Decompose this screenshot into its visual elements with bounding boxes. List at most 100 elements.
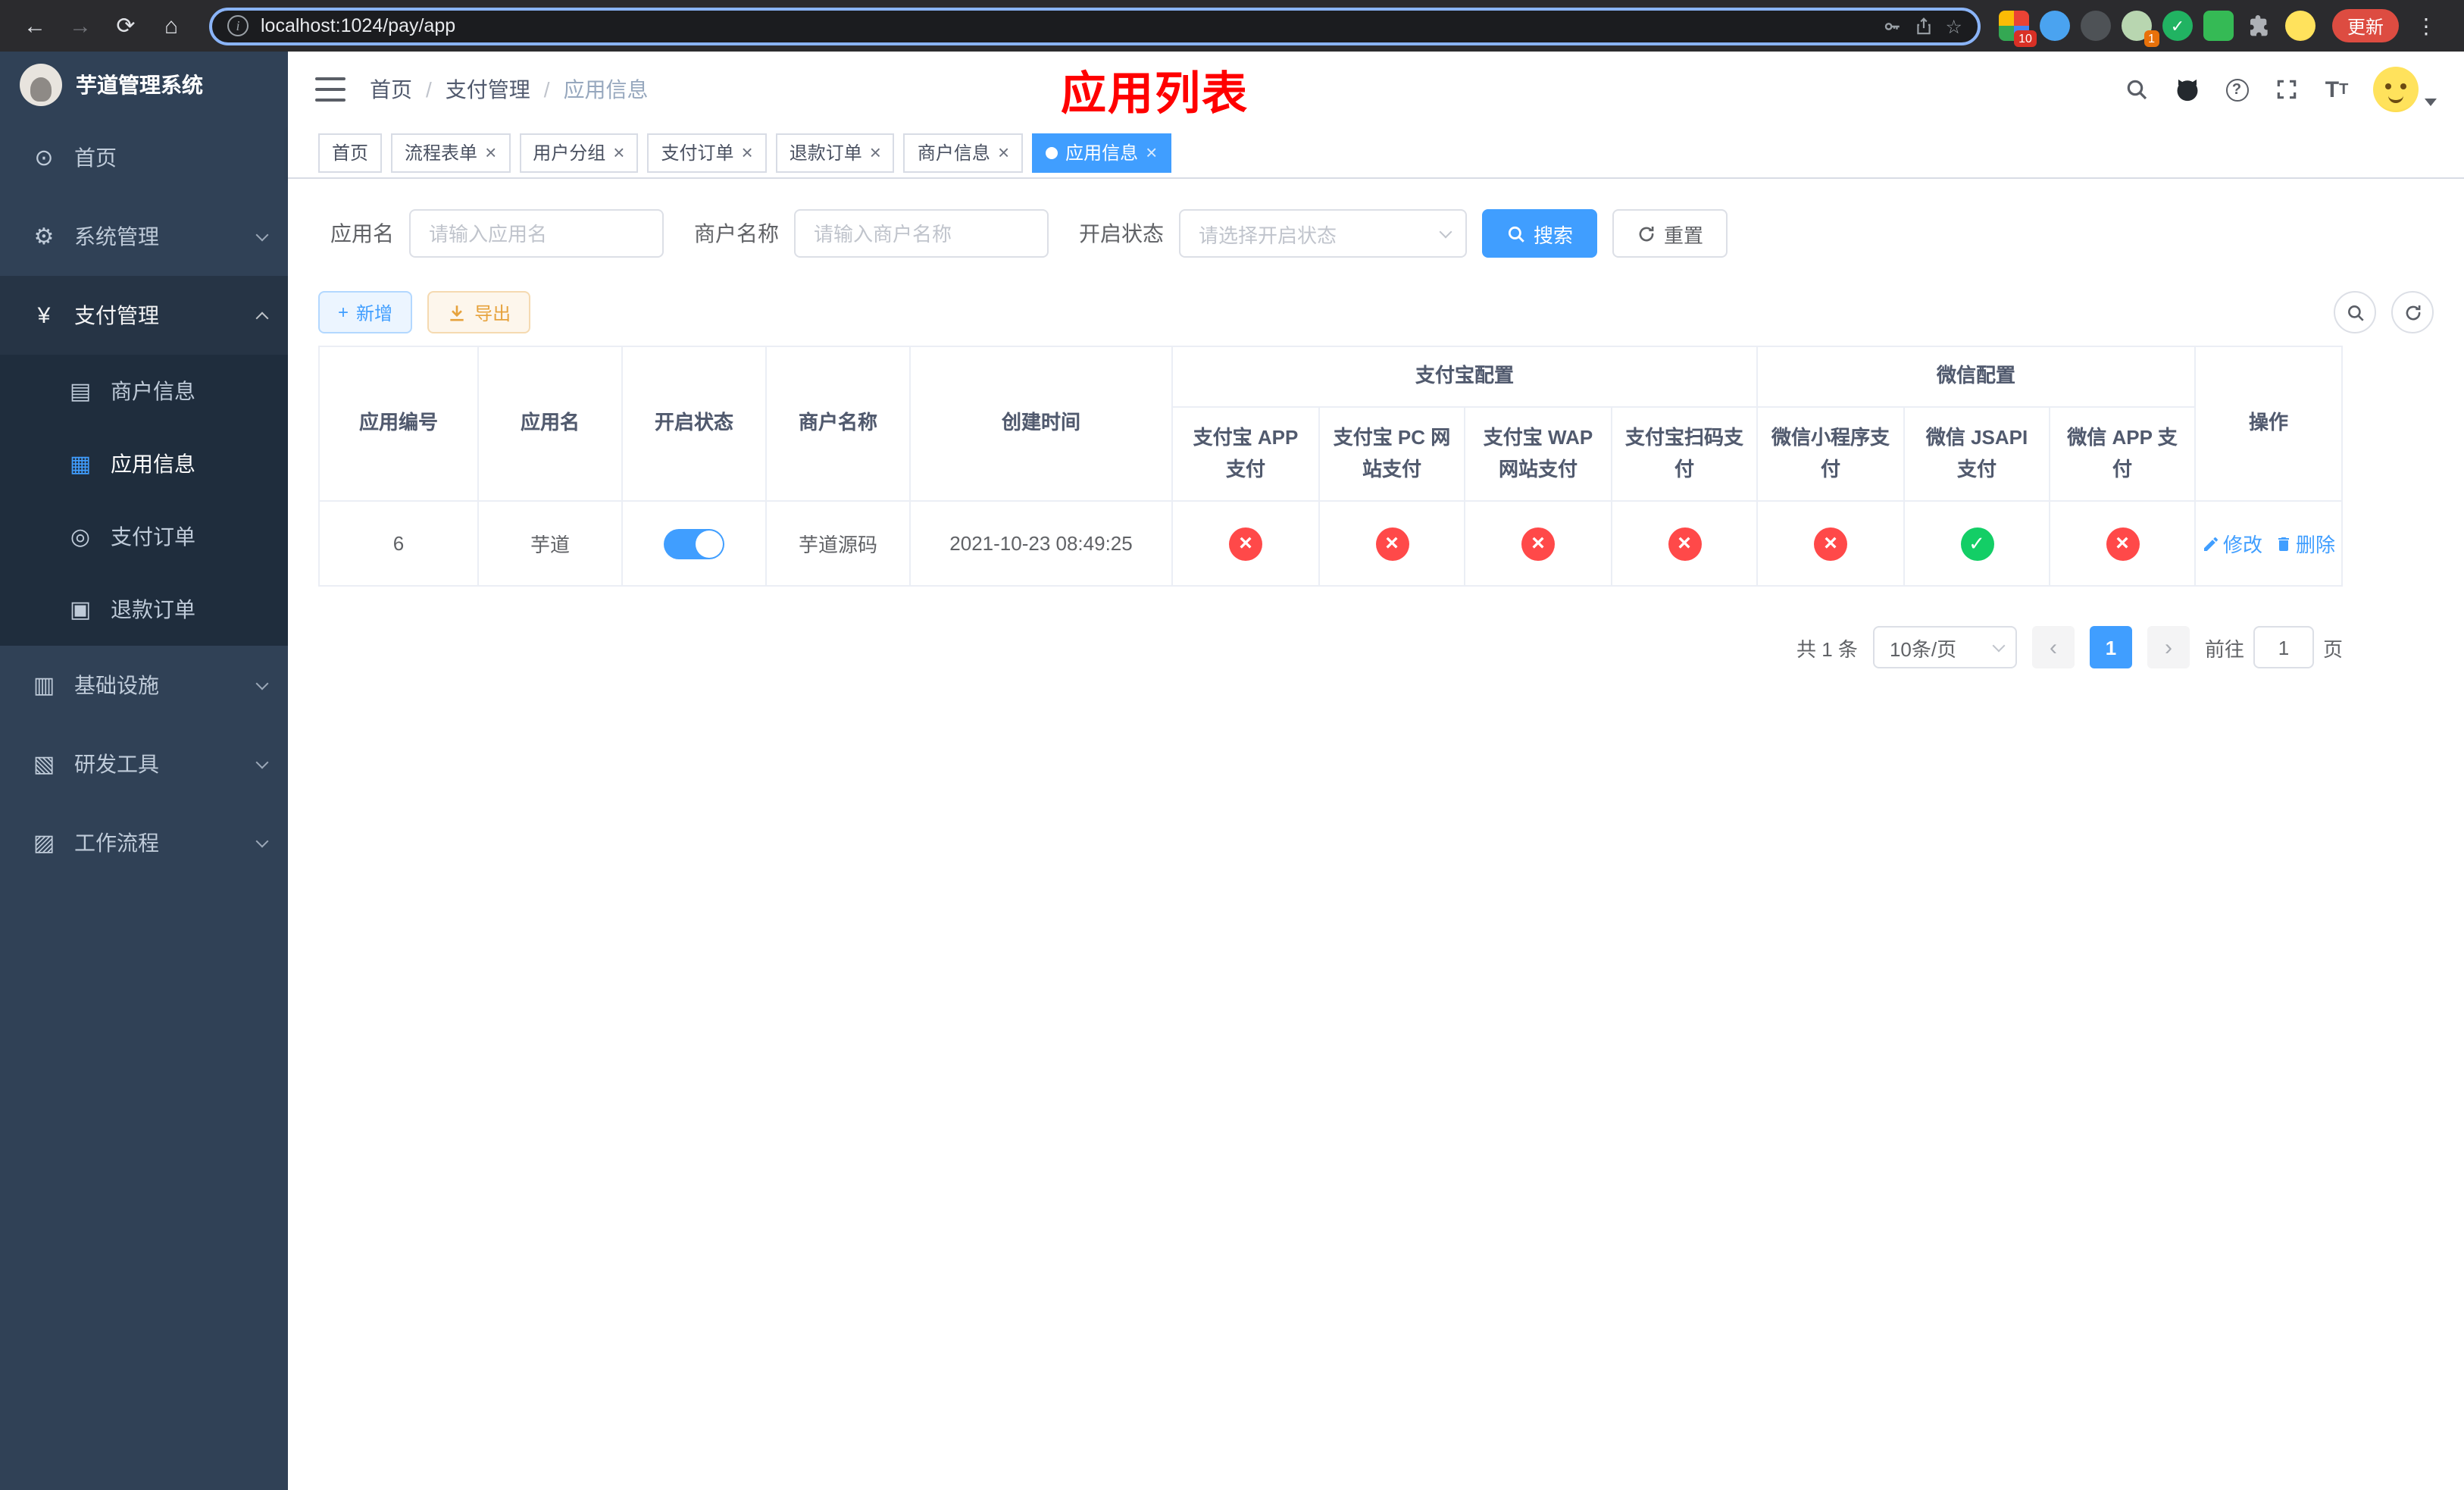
sidebar-item-home[interactable]: ⊙ 首页 bbox=[0, 118, 288, 197]
extensions-puzzle-icon[interactable] bbox=[2244, 11, 2275, 41]
site-info-icon[interactable]: i bbox=[227, 15, 249, 36]
browser-forward-button[interactable]: → bbox=[61, 6, 100, 45]
close-icon[interactable]: × bbox=[998, 142, 1009, 162]
sidebar-item-system[interactable]: ⚙ 系统管理 bbox=[0, 197, 288, 276]
password-key-icon[interactable] bbox=[1882, 16, 1902, 36]
chevron-up-icon bbox=[255, 311, 269, 325]
sidebar-item-payment[interactable]: ¥ 支付管理 bbox=[0, 276, 288, 355]
col-header-alipay-qr: 支付宝扫码支付 bbox=[1610, 406, 1759, 502]
search-button[interactable]: 搜索 bbox=[1482, 209, 1598, 258]
export-button[interactable]: 导出 bbox=[427, 291, 531, 333]
browser-back-button[interactable]: ← bbox=[15, 6, 55, 45]
col-header-alipay-app: 支付宝 APP 支付 bbox=[1171, 406, 1320, 502]
cell-id: 6 bbox=[318, 500, 479, 587]
tab-home[interactable]: 首页 bbox=[318, 133, 383, 172]
help-icon[interactable]: ? bbox=[2223, 76, 2250, 103]
refresh-table-button[interactable] bbox=[2391, 291, 2434, 333]
gear-icon: ⚙ bbox=[33, 224, 55, 250]
cell-name: 芋道 bbox=[477, 500, 623, 587]
sidebar-item-refund-order[interactable]: ▣ 退款订单 bbox=[0, 573, 288, 646]
sidebar-item-workflow[interactable]: ▨ 工作流程 bbox=[0, 803, 288, 882]
sidebar-collapse-icon[interactable] bbox=[315, 77, 346, 102]
next-page-button[interactable]: › bbox=[2147, 626, 2190, 668]
url-text[interactable]: localhost:1024/pay/app bbox=[261, 15, 1870, 36]
close-icon[interactable]: × bbox=[742, 142, 753, 162]
goto-page-input[interactable] bbox=[2253, 626, 2314, 668]
goto-page: 前往 页 bbox=[2205, 626, 2343, 668]
tab-user-group[interactable]: 用户分组 × bbox=[519, 133, 639, 172]
sidebar-item-app-info[interactable]: ▦ 应用信息 bbox=[0, 427, 288, 500]
extension-icon[interactable]: ✓ bbox=[2162, 11, 2193, 41]
extension-icon[interactable]: 10 bbox=[1998, 11, 2037, 47]
browser-home-button[interactable]: ⌂ bbox=[152, 6, 191, 45]
filter-form: 应用名 商户名称 开启状态 请选择开启状态 搜索 重置 bbox=[330, 209, 2434, 258]
sidebar-item-pay-order[interactable]: ◎ 支付订单 bbox=[0, 500, 288, 573]
browser-reload-button[interactable]: ⟳ bbox=[106, 6, 145, 45]
tab-pay-order[interactable]: 支付订单 × bbox=[647, 133, 767, 172]
extension-icon[interactable] bbox=[2203, 11, 2234, 41]
tab-refund-order[interactable]: 退款订单 × bbox=[775, 133, 895, 172]
page-size-select[interactable]: 10条/页 bbox=[1872, 626, 2017, 668]
trash-icon bbox=[2278, 537, 2290, 550]
search-icon[interactable] bbox=[2123, 76, 2150, 103]
github-icon[interactable] bbox=[2173, 76, 2200, 103]
breadcrumb-payment[interactable]: 支付管理 bbox=[446, 74, 530, 105]
tab-process-form[interactable]: 流程表单 × bbox=[391, 133, 511, 172]
breadcrumb-home[interactable]: 首页 bbox=[370, 74, 412, 105]
infra-icon: ▥ bbox=[33, 673, 55, 699]
config-status-icon bbox=[1668, 527, 1701, 560]
close-icon[interactable]: × bbox=[870, 142, 881, 162]
close-icon[interactable]: × bbox=[613, 142, 624, 162]
chevron-down-icon bbox=[2425, 99, 2437, 106]
sidebar-item-merchant-info[interactable]: ▤ 商户信息 bbox=[0, 355, 288, 427]
user-avatar bbox=[2373, 67, 2419, 112]
cell-merchant: 芋道源码 bbox=[765, 500, 911, 587]
table-toolbar: + 新增 导出 bbox=[318, 291, 2434, 333]
app-name-label: 应用名 bbox=[330, 221, 394, 246]
logo-avatar bbox=[20, 64, 62, 106]
extension-icon[interactable]: 1 bbox=[2121, 11, 2159, 47]
merchant-name-input[interactable] bbox=[794, 209, 1049, 258]
page-number-button[interactable]: 1 bbox=[2089, 626, 2132, 668]
config-status-icon bbox=[2106, 527, 2140, 560]
sidebar-item-dev-tools[interactable]: ▧ 研发工具 bbox=[0, 725, 288, 803]
col-header-alipay-wap: 支付宝 WAP 网站支付 bbox=[1464, 406, 1612, 502]
share-icon[interactable] bbox=[1914, 16, 1934, 36]
user-avatar-menu[interactable] bbox=[2373, 67, 2437, 112]
navbar-actions: ? TT bbox=[2123, 67, 2437, 112]
add-button[interactable]: + 新增 bbox=[318, 291, 413, 333]
reset-button[interactable]: 重置 bbox=[1612, 209, 1728, 258]
tab-merchant-info[interactable]: 商户信息 × bbox=[903, 133, 1024, 172]
payment-submenu: ▤ 商户信息 ▦ 应用信息 ◎ 支付订单 ▣ 退款订单 bbox=[0, 355, 288, 646]
app-name-input[interactable] bbox=[409, 209, 664, 258]
download-icon bbox=[450, 305, 464, 321]
config-status-icon bbox=[1814, 527, 1848, 560]
col-header-status: 开启状态 bbox=[621, 346, 767, 502]
merchant-name-label: 商户名称 bbox=[694, 221, 779, 246]
toggle-search-button[interactable] bbox=[2334, 291, 2376, 333]
browser-menu-icon[interactable]: ⋮ bbox=[2409, 13, 2443, 39]
sidebar-item-infrastructure[interactable]: ▥ 基础设施 bbox=[0, 646, 288, 725]
search-icon bbox=[1508, 225, 1524, 242]
edit-button[interactable]: 修改 bbox=[2202, 529, 2262, 558]
status-toggle[interactable] bbox=[664, 528, 724, 559]
page-content: 应用名 商户名称 开启状态 请选择开启状态 搜索 重置 bbox=[288, 179, 2464, 1490]
extension-icon[interactable] bbox=[2080, 11, 2111, 41]
browser-update-button[interactable]: 更新 bbox=[2331, 9, 2399, 42]
chevron-down-icon bbox=[255, 755, 269, 768]
extension-icon[interactable] bbox=[2039, 11, 2070, 41]
status-select[interactable]: 请选择开启状态 bbox=[1179, 209, 1467, 258]
bookmark-star-icon[interactable]: ☆ bbox=[1946, 14, 1962, 37]
fullscreen-icon[interactable] bbox=[2273, 76, 2300, 103]
prev-page-button[interactable]: ‹ bbox=[2031, 626, 2075, 668]
profile-avatar-icon[interactable] bbox=[2284, 11, 2315, 41]
address-bar[interactable]: i localhost:1024/pay/app ☆ bbox=[209, 7, 1981, 45]
close-icon[interactable]: × bbox=[485, 142, 496, 162]
close-icon[interactable]: × bbox=[1146, 142, 1157, 162]
font-size-icon[interactable]: TT bbox=[2323, 76, 2350, 103]
app-title: 芋道管理系统 bbox=[76, 73, 203, 97]
group-header-alipay: 支付宝配置 bbox=[1171, 346, 1759, 408]
chevron-down-icon bbox=[255, 676, 269, 690]
tab-app-info[interactable]: 应用信息 × bbox=[1032, 133, 1171, 172]
delete-button[interactable]: 删除 bbox=[2275, 529, 2335, 558]
